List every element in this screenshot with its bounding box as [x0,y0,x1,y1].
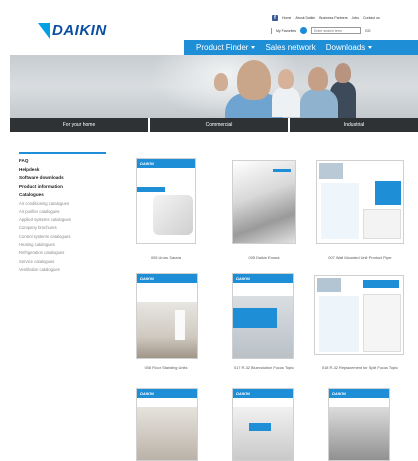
sidebar-item-software-downloads[interactable]: Software downloads [19,174,114,183]
cover-product-image [233,407,293,460]
cover-product-image [233,161,295,243]
tab-industrial[interactable]: Industrial [290,118,418,132]
hero-banner [10,55,418,118]
cover-brand: DAIKIN [140,276,154,281]
catalogue-caption[interactable]: 018 R-32 Replacement for Split Focus Top… [314,365,406,370]
cover-product-image [329,407,389,460]
cover-brand: DAIKIN [140,391,154,396]
catalogue-cover[interactable] [316,160,404,244]
banner-person [308,67,328,91]
sidebar-item-faq[interactable]: FAQ [19,157,114,166]
catalogue-cover[interactable] [314,275,404,355]
favourites-icon[interactable] [300,27,308,34]
catalogue-cover[interactable]: DAIKIN [328,388,390,461]
sidebar: FAQ Helpdesk Software downloads Product … [19,152,114,274]
catalogue-cover[interactable] [232,160,296,244]
category-tabs: For your home Commercial Industrial [10,118,418,132]
top-link-jobs[interactable]: Jobs [352,16,359,20]
catalogue-caption[interactable]: 017 R-32 Bluevolution Focus Topic [218,365,310,371]
top-link-contact[interactable]: Contact us [363,16,380,20]
cover-page [321,183,359,239]
cover-brand: DAIKIN [236,276,250,281]
catalogue-caption[interactable]: 005 Ururu Sarara [120,255,212,261]
catalogue-cover[interactable]: DAIKIN [232,388,294,461]
sidebar-subitem[interactable]: Refrigeration catalogues [19,249,114,257]
top-link-home[interactable]: Home [282,16,291,20]
sidebar-subitem[interactable]: Air conditioning catalogues [19,200,114,208]
cover-brand: DAIKIN [140,161,154,166]
cover-page [363,294,401,352]
catalogue-cover[interactable]: DAIKIN [136,158,196,244]
sidebar-subitem[interactable]: Air purifier catalogues [19,208,114,216]
banner-person [278,69,294,89]
tab-for-your-home[interactable]: For your home [10,118,150,132]
sidebar-subitem[interactable]: Applied systems catalogues [19,216,114,224]
cover-product-image [137,302,197,358]
nav-label: Product Finder [196,43,249,52]
cover-accent [233,308,277,328]
nav-sales-network[interactable]: Sales network [255,43,315,52]
logo-text: DAIKIN [52,22,107,39]
search-go-button[interactable]: GO [365,29,370,33]
banner-person [335,63,351,83]
daikin-logo-mark-icon [38,22,50,39]
sidebar-subitem[interactable]: Service catalogues [19,258,114,266]
sidebar-divider [19,152,106,154]
utility-row: My Favorites GO [271,27,370,34]
catalogue-caption[interactable]: 007 Wall Mounted Unit Product Flyer [314,255,406,261]
cover-page [319,296,359,352]
cover-product-image [137,407,197,460]
sidebar-subitem[interactable]: Company brochures [19,224,114,232]
cover-product-image [317,278,341,292]
my-favourites-link[interactable]: My Favorites [276,29,296,33]
cover-accent [249,423,271,431]
catalogue-cover[interactable]: DAIKIN [136,273,198,359]
nav-label: Downloads [325,43,366,52]
cover-accent [137,187,165,192]
sidebar-item-helpdesk[interactable]: Helpdesk [19,166,114,175]
cover-page [363,209,401,239]
search-input[interactable] [311,27,362,34]
cover-accent [375,181,401,205]
cover-accent [273,169,291,172]
cover-product-image [319,163,343,179]
sidebar-subitem[interactable]: Control systems catalogues [19,233,114,241]
top-link-partners[interactable]: Business Partners [319,16,347,20]
catalogue-cover[interactable]: DAIKIN [232,273,294,359]
catalogue-cover[interactable]: DAIKIN [136,388,198,461]
sidebar-subitem[interactable]: Heating catalogues [19,241,114,249]
banner-person [300,89,338,118]
cover-product-image [175,310,185,340]
top-links: f Home About Daikin Business Partners Jo… [272,15,380,21]
banner-person [237,60,271,100]
nav-downloads[interactable]: Downloads [316,43,373,52]
nav-label: Sales network [265,43,316,52]
sidebar-item-catalogues[interactable]: Catalogues [19,191,114,200]
cover-brand: DAIKIN [236,391,250,396]
banner-person [272,87,300,117]
facebook-icon[interactable]: f [272,15,278,21]
cover-brand: DAIKIN [332,391,346,396]
nav-product-finder[interactable]: Product Finder [184,43,256,52]
chevron-down-icon [368,46,373,49]
cover-accent [363,280,399,288]
sidebar-item-product-information[interactable]: Product information [19,183,114,192]
divider [271,27,272,34]
sidebar-subitem[interactable]: Ventilation catalogues [19,266,114,274]
daikin-logo[interactable]: DAIKIN [38,22,107,39]
banner-person [214,73,228,91]
catalogue-caption[interactable]: 008 Floor Standing Units [120,365,212,371]
catalogue-caption[interactable]: 005 Daikin Emura [218,255,310,261]
main-nav: Product Finder Sales network Downloads [184,40,418,55]
tab-commercial[interactable]: Commercial [150,118,290,132]
top-link-about[interactable]: About Daikin [295,16,315,20]
cover-product-image [153,195,193,235]
